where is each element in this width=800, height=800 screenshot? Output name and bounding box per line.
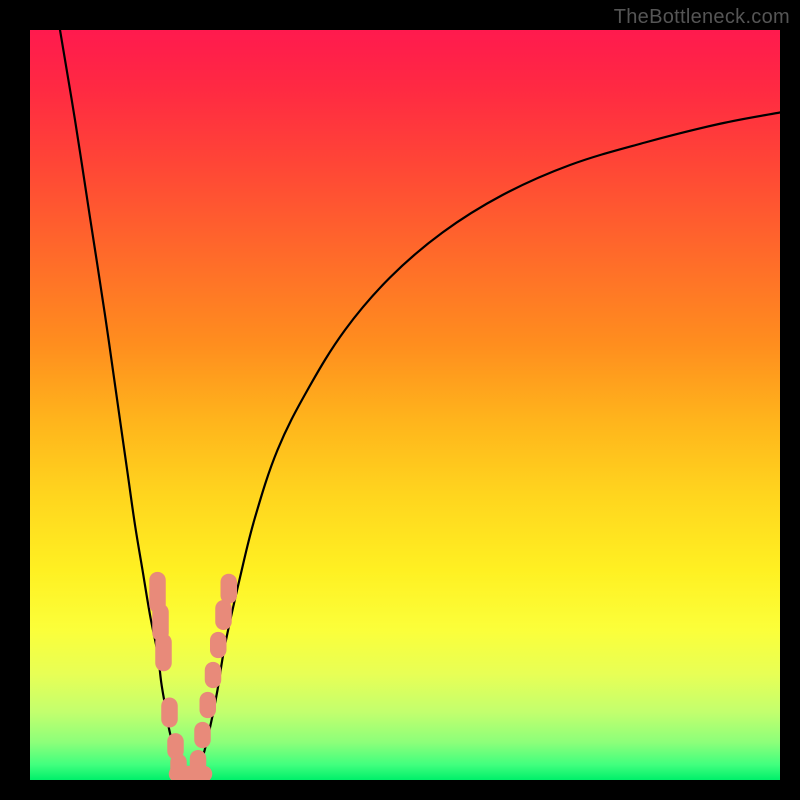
marker-right-markers-2 [200,692,217,718]
plot-svg [30,30,780,780]
marker-left-markers-2 [155,634,172,672]
marker-right-markers-3 [205,662,222,688]
marker-right-markers-6 [221,574,238,604]
marker-floor-markers-2 [190,766,213,780]
curve-right-curve [195,113,780,773]
marker-left-markers-3 [161,698,178,728]
watermark-text: TheBottleneck.com [614,6,790,29]
marker-right-markers-5 [215,600,232,630]
chart-frame: TheBottleneck.com [0,0,800,800]
marker-right-markers-1 [194,722,211,748]
plot-area [30,30,780,780]
marker-right-markers-4 [210,632,227,658]
